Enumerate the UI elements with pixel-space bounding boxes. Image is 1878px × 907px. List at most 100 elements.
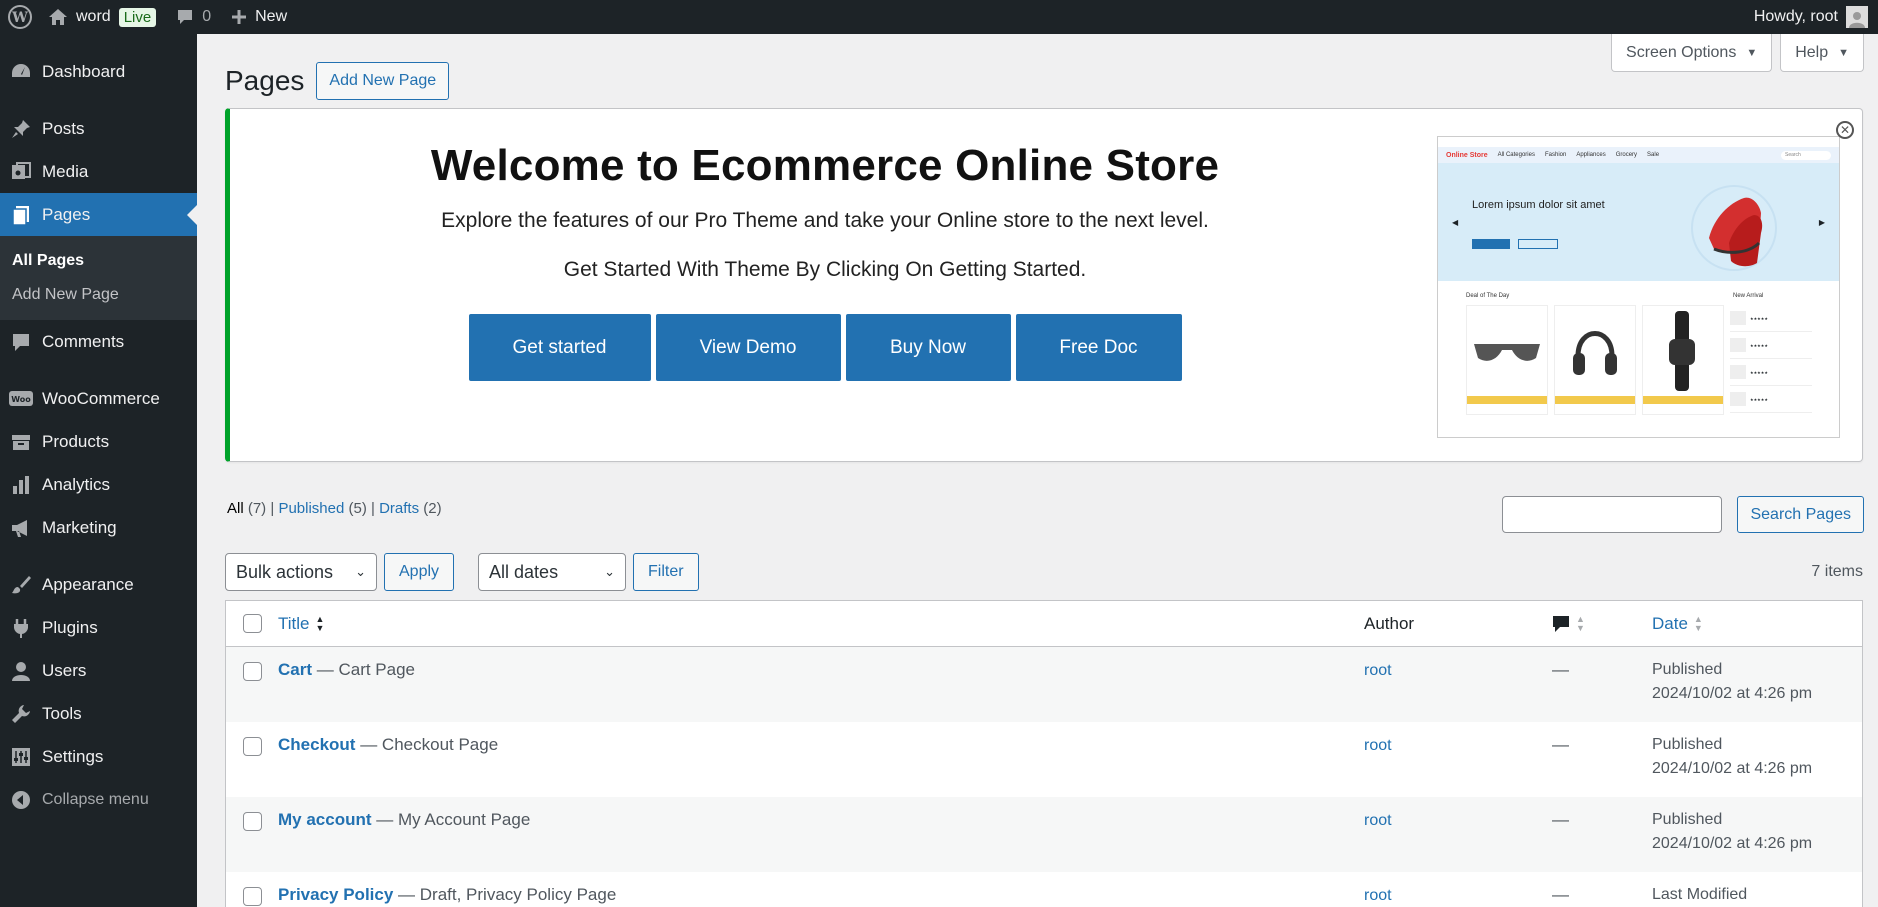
collapse-icon <box>8 787 34 813</box>
wrench-icon <box>8 701 34 727</box>
menu-media[interactable]: Media <box>0 150 197 193</box>
menu-marketing[interactable]: Marketing <box>0 506 197 549</box>
filter-all-link[interactable]: All <box>227 500 244 517</box>
pages-submenu: All Pages Add New Page <box>0 236 197 320</box>
filter-drafts-link[interactable]: Drafts <box>379 500 419 517</box>
menu-label: Users <box>42 660 87 680</box>
home-icon <box>49 9 67 25</box>
caret-down-icon: ▼ <box>1746 46 1758 59</box>
dismiss-notice-button[interactable]: ✕ <box>1836 121 1854 139</box>
comments-link[interactable]: 0 <box>166 0 221 34</box>
theme-preview-image: Online Store All Categories Fashion Appl… <box>1437 136 1840 438</box>
wordpress-logo-icon[interactable]: W <box>2 0 38 34</box>
menu-appearance[interactable]: Appearance <box>0 563 197 606</box>
date-filter-select[interactable]: All dates ⌄ <box>478 553 627 591</box>
title-sort-link[interactable]: Title <box>278 614 310 634</box>
items-count: 7 items <box>1811 563 1863 580</box>
live-badge: Live <box>118 7 157 27</box>
row-checkbox-cell <box>226 735 278 756</box>
page-state: — Checkout Page <box>360 735 499 754</box>
preview-product-card <box>1642 305 1724 415</box>
collapse-menu-button[interactable]: Collapse menu <box>0 778 197 821</box>
comment-icon <box>8 329 34 355</box>
pin-icon <box>8 116 34 142</box>
plus-icon <box>232 10 247 24</box>
page-title-link[interactable]: My account <box>278 810 372 830</box>
date-cell: Published 2024/10/02 at 4:26 pm <box>1652 733 1862 781</box>
menu-analytics[interactable]: Analytics <box>0 463 197 506</box>
submenu-add-new-page[interactable]: Add New Page <box>0 278 197 312</box>
date-sort-link[interactable]: Date <box>1652 614 1688 634</box>
menu-settings[interactable]: Settings <box>0 735 197 778</box>
author-link[interactable]: root <box>1364 887 1392 904</box>
chevron-down-icon: ⌄ <box>604 564 616 579</box>
page-state: — My Account Page <box>376 810 531 829</box>
buy-now-button[interactable]: Buy Now <box>845 314 1011 381</box>
menu-comments[interactable]: Comments <box>0 320 197 363</box>
preview-product-card <box>1466 305 1548 415</box>
title-cell: Checkout — Checkout Page <box>278 735 1364 755</box>
apply-button[interactable]: Apply <box>384 553 455 591</box>
new-label: New <box>255 8 288 25</box>
title-cell: Cart — Cart Page <box>278 660 1364 680</box>
menu-label: Settings <box>42 746 104 766</box>
new-content-link[interactable]: New <box>221 0 297 34</box>
media-icon <box>8 159 34 185</box>
date-cell: Published 2024/10/02 at 4:26 pm <box>1652 658 1862 706</box>
menu-woocommerce[interactable]: Woo WooCommerce <box>0 377 197 420</box>
preview-new-arrival-list: ★★★★★ ★★★★★ ★★★★★ ★★★★★ <box>1730 305 1812 413</box>
menu-posts[interactable]: Posts <box>0 107 197 150</box>
menu-tools[interactable]: Tools <box>0 692 197 735</box>
chevron-left-icon: ◀ <box>1452 218 1459 227</box>
search-pages-button[interactable]: Search Pages <box>1737 496 1864 533</box>
my-account-link[interactable]: Howdy, root <box>1744 0 1878 34</box>
search-input[interactable] <box>1502 496 1723 533</box>
howdy-text: Howdy, root <box>1753 8 1838 25</box>
menu-plugins[interactable]: Plugins <box>0 606 197 649</box>
shoe-image <box>1691 185 1777 271</box>
select-all-cell <box>226 614 278 633</box>
page-title-link[interactable]: Checkout <box>278 735 355 755</box>
page-title-link[interactable]: Privacy Policy <box>278 885 393 905</box>
table-row: Checkout — Checkout Page root — Publishe… <box>226 722 1862 797</box>
author-link[interactable]: root <box>1364 812 1392 829</box>
help-button[interactable]: Help ▼ <box>1780 34 1864 72</box>
row-checkbox[interactable] <box>242 662 262 681</box>
author-link[interactable]: root <box>1364 662 1392 679</box>
get-started-button[interactable]: Get started <box>468 314 651 381</box>
filter-published-count: (5) <box>348 500 367 517</box>
menu-label: Collapse menu <box>42 790 149 808</box>
preview-nav-item: Sale <box>1647 152 1660 158</box>
page-header: Pages Add New Page <box>225 62 450 100</box>
title-column-header[interactable]: Title ▲ ▼ <box>278 614 1364 634</box>
comments-column-header[interactable]: ▲ ▼ <box>1552 614 1652 633</box>
screen-options-button[interactable]: Screen Options ▼ <box>1611 34 1773 72</box>
bulk-actions-select[interactable]: Bulk actions ⌄ <box>225 553 377 591</box>
menu-pages[interactable]: Pages <box>0 193 197 236</box>
free-doc-button[interactable]: Free Doc <box>1015 314 1182 381</box>
menu-label: WooCommerce <box>42 388 160 408</box>
filter-published-link[interactable]: Published <box>278 500 344 517</box>
row-checkbox[interactable] <box>242 887 262 906</box>
menu-products[interactable]: Products <box>0 420 197 463</box>
preview-search: Search <box>1781 150 1831 160</box>
site-name-link[interactable]: word Live <box>38 0 166 34</box>
page-title-link[interactable]: Cart <box>278 660 312 680</box>
row-checkbox[interactable] <box>242 812 262 831</box>
preview-hero-title: Lorem ipsum dolor sit amet <box>1472 199 1605 211</box>
filter-button[interactable]: Filter <box>633 553 699 591</box>
menu-dashboard[interactable]: Dashboard <box>0 50 197 93</box>
submenu-all-pages[interactable]: All Pages <box>0 244 197 278</box>
author-column-header: Author <box>1364 613 1415 633</box>
date-value: 2024/10/02 at 4:26 pm <box>1652 835 1813 852</box>
table-row: Cart — Cart Page root — Published 2024/1… <box>226 647 1862 722</box>
menu-users[interactable]: Users <box>0 649 197 692</box>
comments-value: — <box>1552 810 1569 829</box>
date-column-header[interactable]: Date ▲ ▼ <box>1652 614 1862 634</box>
row-checkbox[interactable] <box>242 737 262 756</box>
view-demo-button[interactable]: View Demo <box>655 314 841 381</box>
select-all-checkbox[interactable] <box>242 614 262 633</box>
author-link[interactable]: root <box>1364 737 1392 754</box>
add-new-page-button[interactable]: Add New Page <box>316 62 450 100</box>
preview-store-name: Online Store <box>1446 151 1488 159</box>
